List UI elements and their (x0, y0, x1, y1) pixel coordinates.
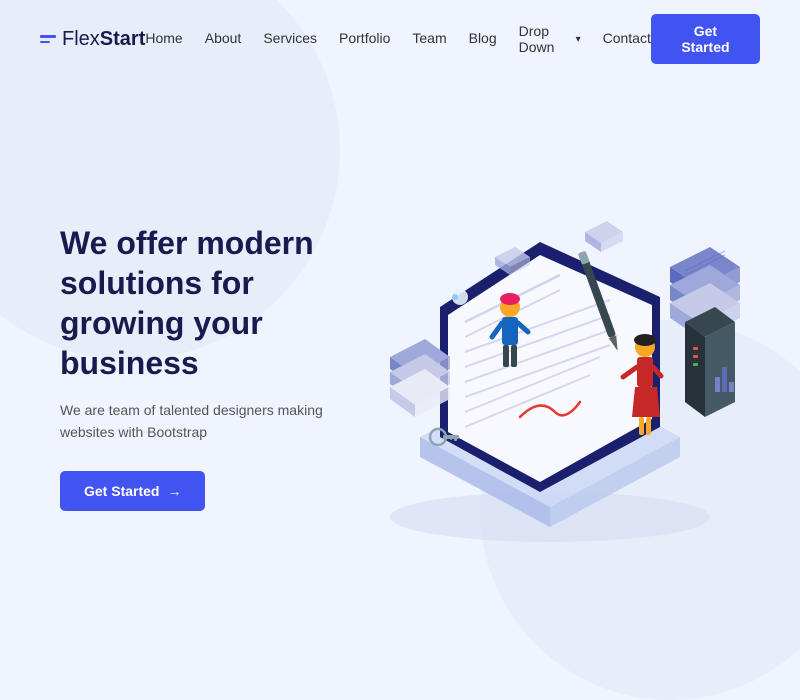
chevron-down-icon: ▾ (576, 34, 581, 45)
nav-links: Home About Services Portfolio Team Blog … (145, 23, 650, 55)
logo-icon (40, 35, 56, 43)
nav-link-home[interactable]: Home (145, 30, 182, 46)
nav-link-about[interactable]: About (205, 30, 242, 46)
nav-item-blog[interactable]: Blog (469, 30, 497, 48)
nav-item-about[interactable]: About (205, 30, 242, 48)
nav-link-portfolio[interactable]: Portfolio (339, 30, 390, 46)
nav-item-team[interactable]: Team (412, 30, 446, 48)
logo[interactable]: FlexStart (40, 28, 145, 51)
hero-svg (340, 127, 760, 607)
nav-item-home[interactable]: Home (145, 30, 182, 48)
hero-section: We offer modern solutions for growing yo… (0, 78, 800, 616)
hero-title: We offer modern solutions for growing yo… (60, 223, 340, 383)
navbar: FlexStart Home About Services Portfolio … (0, 0, 800, 78)
nav-link-dropdown[interactable]: Drop Down (519, 23, 573, 55)
nav-item-services[interactable]: Services (263, 30, 317, 48)
hero-illustration (340, 127, 760, 607)
logo-text: FlexStart (62, 28, 145, 51)
nav-link-contact[interactable]: Contact (603, 30, 651, 46)
nav-link-blog[interactable]: Blog (469, 30, 497, 46)
nav-item-dropdown[interactable]: Drop Down ▾ (519, 23, 581, 55)
nav-link-services[interactable]: Services (263, 30, 317, 46)
nav-item-contact[interactable]: Contact (603, 30, 651, 48)
nav-link-team[interactable]: Team (412, 30, 446, 46)
nav-cta-button[interactable]: Get Started (651, 14, 760, 64)
hero-cta-label: Get Started (84, 483, 159, 499)
nav-item-portfolio[interactable]: Portfolio (339, 30, 390, 48)
hero-text: We offer modern solutions for growing yo… (60, 223, 340, 512)
hero-cta-button[interactable]: Get Started → (60, 471, 205, 511)
arrow-icon: → (167, 483, 181, 499)
hero-subtitle: We are team of talented designers making… (60, 399, 340, 444)
